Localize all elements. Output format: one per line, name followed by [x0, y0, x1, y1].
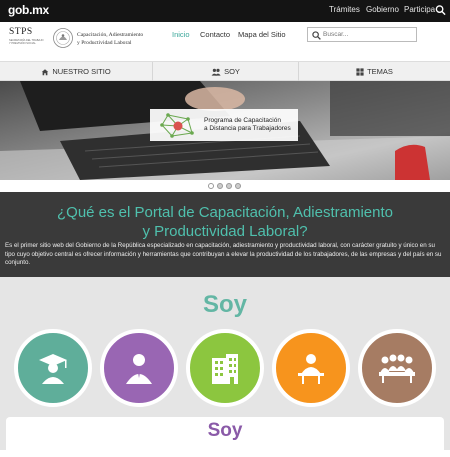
tab-label: TEMAS — [367, 67, 393, 76]
worker-icon — [126, 354, 152, 384]
nav-mapa-del-sitio[interactable]: Mapa del Sitio — [238, 30, 286, 39]
gob-link-tramites[interactable]: Trámites — [329, 5, 360, 14]
mexico-seal-icon — [53, 28, 73, 48]
tab-label: SOY — [224, 67, 240, 76]
soy-section: Soy Soy — [0, 277, 450, 457]
stps-logo[interactable]: STPS SECRETARÍA DEL TRABAJO Y PREVISIÓN … — [9, 27, 159, 55]
graduate-icon — [39, 354, 67, 384]
tab-label: NUESTRO SITIO — [52, 67, 111, 76]
gob-logo[interactable]: gob.mx — [8, 3, 49, 17]
nav-inicio[interactable]: Inicio — [172, 30, 190, 39]
soy-circle-company[interactable] — [186, 329, 264, 407]
about-section: ¿Qué es el Portal de Capacitación, Adies… — [0, 192, 450, 277]
gob-bar: gob.mx Trámites Gobierno Participa — [0, 0, 450, 22]
slider-dot[interactable] — [226, 183, 232, 189]
soy-circle-worker[interactable] — [100, 329, 178, 407]
nav-contacto[interactable]: Contacto — [200, 30, 230, 39]
gob-link-gobierno[interactable]: Gobierno — [366, 5, 399, 14]
hero-banner-card[interactable]: Programa de Capacitación a Distancia par… — [150, 109, 298, 141]
tab-temas[interactable]: TEMAS — [299, 62, 450, 81]
main-tabs: NUESTRO SITIO SOY TEMAS — [0, 61, 450, 81]
tab-soy[interactable]: SOY — [153, 62, 298, 81]
stps-wordmark: STPS — [9, 27, 33, 37]
about-title-line1: ¿Qué es el Portal de Capacitación, Adies… — [56, 204, 393, 221]
users-icon — [211, 68, 221, 76]
slider-dot[interactable] — [235, 183, 241, 189]
hero-slider[interactable]: Programa de Capacitación a Distancia par… — [0, 81, 450, 180]
slider-dot[interactable] — [208, 183, 214, 189]
soy-heading: Soy — [202, 291, 247, 318]
network-logo-icon — [160, 113, 194, 138]
instructor-icon — [298, 354, 324, 384]
home-icon — [42, 68, 49, 75]
search-input[interactable]: Buscar... — [307, 27, 417, 42]
soy-card-title: Soy — [207, 420, 243, 441]
hero-card-line2: a Distancia para Trabajadores — [204, 125, 291, 132]
about-title-line2: y Productividad Laboral? — [142, 223, 308, 240]
slider-dot[interactable] — [217, 183, 223, 189]
group-icon — [379, 354, 415, 383]
stps-subtitle: SECRETARÍA DEL TRABAJO Y PREVISIÓN SOCIA… — [9, 39, 44, 45]
portal-title-line2: y Productividad Laboral — [77, 40, 132, 46]
grid-icon — [356, 67, 364, 76]
hero-card-line1: Programa de Capacitación — [204, 117, 281, 124]
portal-title-line1: Capacitación, Adiestramiento — [77, 32, 144, 38]
soy-card: Soy — [6, 417, 444, 457]
soy-circle-instructor[interactable] — [272, 329, 350, 407]
search-placeholder: Buscar... — [323, 31, 349, 38]
soy-circle-student[interactable] — [14, 329, 92, 407]
building-icon — [212, 354, 238, 384]
search-icon[interactable] — [435, 4, 446, 16]
search-icon — [312, 31, 321, 40]
gob-link-participa[interactable]: Participa — [404, 5, 435, 14]
site-header: STPS SECRETARÍA DEL TRABAJO Y PREVISIÓN … — [0, 22, 450, 59]
slider-indicators — [0, 180, 450, 192]
about-description: Es el primer sitio web del Gobierno de l… — [5, 242, 442, 267]
tab-nuestro-sitio[interactable]: NUESTRO SITIO — [0, 62, 152, 81]
soy-circle-group[interactable] — [358, 329, 436, 407]
